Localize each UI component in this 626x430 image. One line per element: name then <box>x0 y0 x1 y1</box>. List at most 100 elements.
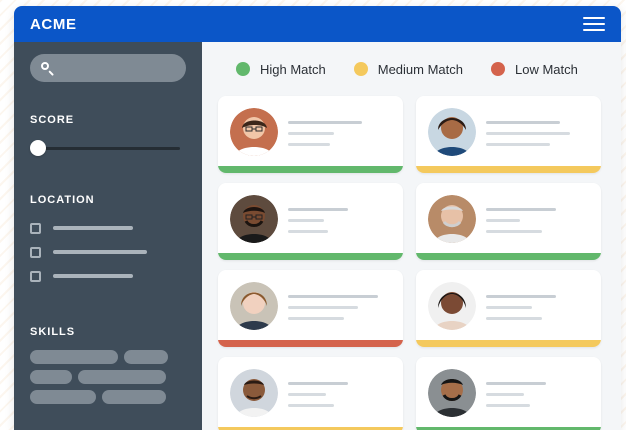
detail-line <box>288 392 326 396</box>
app-window: ACME SCORE LOCATION SKILLS High Match Me… <box>14 6 621 430</box>
search-input[interactable] <box>30 54 186 82</box>
candidate-card[interactable] <box>218 270 403 347</box>
score-slider[interactable] <box>30 140 186 156</box>
candidate-details-placeholder <box>288 206 393 233</box>
detail-line <box>288 305 358 309</box>
candidate-card-content <box>428 282 591 330</box>
skill-chip[interactable] <box>30 370 72 384</box>
avatar <box>230 108 278 156</box>
location-option[interactable] <box>30 216 186 240</box>
avatar-image <box>230 108 278 156</box>
detail-line <box>486 316 542 320</box>
avatar-image <box>230 282 278 330</box>
menu-bar <box>583 23 605 25</box>
detail-line <box>486 120 560 124</box>
candidate-card[interactable] <box>218 96 403 173</box>
low-match-dot <box>491 62 505 76</box>
location-options <box>30 216 186 288</box>
candidate-details-placeholder <box>486 206 591 233</box>
location-option-placeholder <box>53 226 133 230</box>
menu-bar <box>583 29 605 31</box>
candidate-card-content <box>230 369 393 417</box>
sidebar: SCORE LOCATION SKILLS <box>14 42 202 430</box>
location-option[interactable] <box>30 240 186 264</box>
candidate-card[interactable] <box>416 357 601 430</box>
detail-line <box>486 305 532 309</box>
legend-high-label: High Match <box>260 61 326 77</box>
candidate-card[interactable] <box>218 183 403 260</box>
detail-line <box>486 218 520 222</box>
avatar <box>428 195 476 243</box>
skill-chip[interactable] <box>78 370 166 384</box>
candidate-details-placeholder <box>288 119 393 146</box>
skill-chip[interactable] <box>102 390 166 404</box>
score-label: SCORE <box>30 114 75 126</box>
legend-high: High Match <box>236 62 326 77</box>
legend-low: Low Match <box>491 62 578 77</box>
detail-line <box>486 392 524 396</box>
skills-label: SKILLS <box>30 326 76 338</box>
location-option[interactable] <box>30 264 186 288</box>
results-panel: High Match Medium Match Low Match <box>202 42 621 430</box>
detail-line <box>486 381 546 385</box>
candidate-cards <box>218 96 601 430</box>
detail-line <box>486 403 530 407</box>
avatar <box>230 369 278 417</box>
location-checkbox[interactable] <box>30 270 41 282</box>
search-icon <box>40 61 54 75</box>
top-bar: ACME <box>14 6 621 42</box>
candidate-card-content <box>428 108 591 156</box>
brand-title: ACME <box>30 15 77 33</box>
legend-low-label: Low Match <box>515 61 578 77</box>
location-checkbox[interactable] <box>30 222 41 234</box>
candidate-details-placeholder <box>288 380 393 407</box>
candidate-card-content <box>230 282 393 330</box>
hamburger-menu-icon[interactable] <box>583 16 605 32</box>
candidate-details-placeholder <box>486 293 591 320</box>
detail-line <box>288 131 334 135</box>
candidate-card-content <box>428 369 591 417</box>
detail-line <box>486 229 542 233</box>
detail-line <box>486 294 556 298</box>
skill-chip[interactable] <box>124 350 168 364</box>
candidate-card-content <box>428 195 591 243</box>
main-layout: SCORE LOCATION SKILLS High Match Medium … <box>14 42 621 430</box>
candidate-card-content <box>230 108 393 156</box>
skills-chips <box>30 350 186 404</box>
candidate-card-content <box>230 195 393 243</box>
score-slider-thumb[interactable] <box>30 140 46 156</box>
medium-match-dot <box>353 62 368 76</box>
detail-line <box>288 218 324 222</box>
menu-bar <box>583 17 605 19</box>
avatar-image <box>428 108 476 156</box>
avatar-image <box>428 369 476 417</box>
candidate-card[interactable] <box>416 183 601 260</box>
avatar-image <box>230 369 278 417</box>
score-slider-track[interactable] <box>36 147 180 150</box>
detail-line <box>486 207 556 211</box>
detail-line <box>486 142 550 146</box>
candidate-card[interactable] <box>416 96 601 173</box>
legend-medium: Medium Match <box>353 62 463 77</box>
location-checkbox[interactable] <box>30 246 41 258</box>
detail-line <box>288 142 330 146</box>
match-bar-high <box>218 253 403 260</box>
candidate-card[interactable] <box>416 270 601 347</box>
avatar-image <box>428 195 476 243</box>
avatar <box>428 369 476 417</box>
skill-chip[interactable] <box>30 350 118 364</box>
detail-line <box>288 294 378 298</box>
detail-line <box>288 381 348 385</box>
avatar <box>428 282 476 330</box>
location-label: LOCATION <box>30 194 95 206</box>
avatar <box>230 195 278 243</box>
avatar-image <box>230 195 278 243</box>
location-option-placeholder <box>53 274 133 278</box>
match-bar-high <box>218 166 403 173</box>
detail-line <box>288 207 348 211</box>
candidate-details-placeholder <box>486 119 591 146</box>
skill-chip[interactable] <box>30 390 96 404</box>
detail-line <box>288 120 362 124</box>
candidate-card[interactable] <box>218 357 403 430</box>
detail-line <box>288 316 344 320</box>
